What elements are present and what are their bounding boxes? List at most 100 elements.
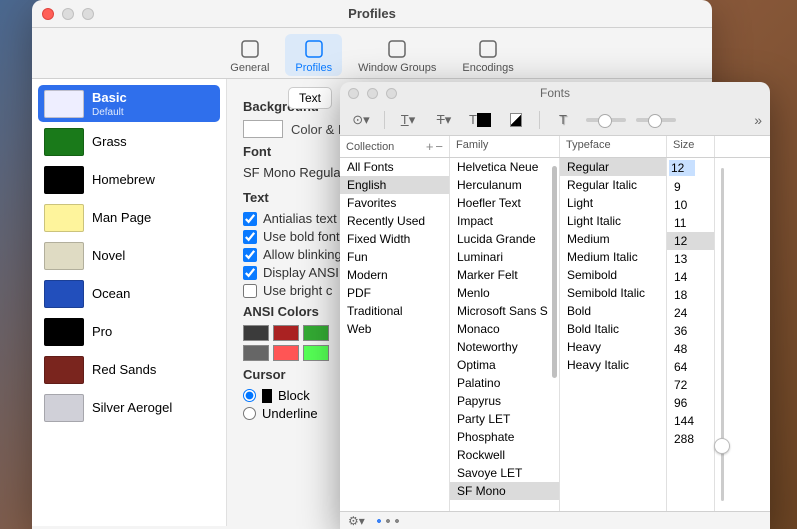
list-item[interactable]: Semibold Italic xyxy=(560,284,666,302)
profile-grass[interactable]: Grass xyxy=(38,124,220,160)
list-item[interactable]: Fun xyxy=(340,248,449,266)
list-item[interactable]: Regular xyxy=(560,158,666,176)
list-item[interactable]: Papyrus xyxy=(450,392,559,410)
minimize-icon[interactable] xyxy=(62,8,74,20)
list-item[interactable]: Noteworthy xyxy=(450,338,559,356)
tab-window-groups[interactable]: Window Groups xyxy=(348,34,446,76)
ansi-swatch[interactable] xyxy=(273,345,299,361)
list-item[interactable]: Regular Italic xyxy=(560,176,666,194)
list-item[interactable]: Monaco xyxy=(450,320,559,338)
list-item[interactable]: Heavy Italic xyxy=(560,356,666,374)
ansi-swatch[interactable] xyxy=(243,345,269,361)
typeface-list[interactable]: RegularRegular ItalicLightLight ItalicMe… xyxy=(560,158,667,511)
ansi-swatch[interactable] xyxy=(303,345,329,361)
tab-profiles[interactable]: Profiles xyxy=(285,34,342,76)
size-slider[interactable] xyxy=(715,158,729,511)
list-item[interactable]: Microsoft Sans S xyxy=(450,302,559,320)
list-item[interactable]: Recently Used xyxy=(340,212,449,230)
list-item[interactable]: Hoefler Text xyxy=(450,194,559,212)
list-item[interactable]: Bold Italic xyxy=(560,320,666,338)
list-item[interactable]: SF Mono xyxy=(450,482,559,500)
shadow-slider-1[interactable] xyxy=(586,118,626,122)
strikethrough-icon[interactable]: T▾ xyxy=(431,109,457,131)
background-color-swatch[interactable] xyxy=(243,120,283,138)
list-item[interactable]: Medium Italic xyxy=(560,248,666,266)
actions-menu-icon[interactable]: ⊙▾ xyxy=(348,109,374,131)
list-item[interactable]: Favorites xyxy=(340,194,449,212)
list-item[interactable]: Lucida Grande xyxy=(450,230,559,248)
profile-novel[interactable]: Novel xyxy=(38,238,220,274)
add-collection-icon[interactable]: + xyxy=(426,139,434,154)
text-color-icon[interactable]: T xyxy=(467,109,493,131)
list-item[interactable]: 9 xyxy=(667,178,714,196)
profile-silver-aerogel[interactable]: Silver Aerogel xyxy=(38,390,220,426)
list-item[interactable]: Medium xyxy=(560,230,666,248)
family-list[interactable]: Helvetica NeueHerculanumHoefler TextImpa… xyxy=(450,158,560,511)
profile-homebrew[interactable]: Homebrew xyxy=(38,162,220,198)
list-item[interactable]: Savoye LET xyxy=(450,464,559,482)
ansi-swatch[interactable] xyxy=(273,325,299,341)
list-item[interactable]: Semibold xyxy=(560,266,666,284)
list-item[interactable]: 11 xyxy=(667,214,714,232)
list-item[interactable]: Bold xyxy=(560,302,666,320)
underline-icon[interactable]: T▾ xyxy=(395,109,421,131)
list-item[interactable]: Impact xyxy=(450,212,559,230)
list-item[interactable]: 96 xyxy=(667,394,714,412)
list-item[interactable]: 72 xyxy=(667,376,714,394)
list-item[interactable]: PDF xyxy=(340,284,449,302)
tab-text[interactable]: Text xyxy=(288,87,332,109)
list-item[interactable]: 12 xyxy=(667,232,714,250)
list-item[interactable]: Rockwell xyxy=(450,446,559,464)
shadow-slider-2[interactable] xyxy=(636,118,676,122)
list-item[interactable]: Marker Felt xyxy=(450,266,559,284)
list-item[interactable]: 144 xyxy=(667,412,714,430)
shadow-icon[interactable]: T xyxy=(550,109,576,131)
ansi-swatch[interactable] xyxy=(303,325,329,341)
list-item[interactable]: Helvetica Neue xyxy=(450,158,559,176)
list-item[interactable]: Herculanum xyxy=(450,176,559,194)
remove-collection-icon[interactable]: − xyxy=(435,139,443,154)
profile-basic[interactable]: BasicDefault xyxy=(38,85,220,122)
list-item[interactable]: Optima xyxy=(450,356,559,374)
ansi-swatch[interactable] xyxy=(243,325,269,341)
list-item[interactable]: 14 xyxy=(667,268,714,286)
profile-ocean[interactable]: Ocean xyxy=(38,276,220,312)
list-item[interactable]: Luminari xyxy=(450,248,559,266)
profiles-sidebar[interactable]: BasicDefaultGrassHomebrewMan PageNovelOc… xyxy=(32,79,227,526)
tab-encodings[interactable]: Encodings xyxy=(452,34,523,76)
list-item[interactable]: Menlo xyxy=(450,284,559,302)
profile-red-sands[interactable]: Red Sands xyxy=(38,352,220,388)
list-item[interactable]: Heavy xyxy=(560,338,666,356)
close-icon[interactable] xyxy=(348,88,359,99)
list-item[interactable]: Traditional xyxy=(340,302,449,320)
list-item[interactable]: 18 xyxy=(667,286,714,304)
list-item[interactable]: 48 xyxy=(667,340,714,358)
list-item[interactable]: Phosphate xyxy=(450,428,559,446)
list-item[interactable]: Light xyxy=(560,194,666,212)
list-item[interactable]: Palatino xyxy=(450,374,559,392)
list-item[interactable]: 288 xyxy=(667,430,714,448)
list-item[interactable]: 24 xyxy=(667,304,714,322)
size-input[interactable] xyxy=(669,160,695,176)
more-icon[interactable]: » xyxy=(754,112,762,128)
list-item[interactable]: Modern xyxy=(340,266,449,284)
list-item[interactable]: 64 xyxy=(667,358,714,376)
gear-icon[interactable]: ⚙▾ xyxy=(348,514,365,528)
list-item[interactable]: Web xyxy=(340,320,449,338)
list-item[interactable]: 36 xyxy=(667,322,714,340)
list-item[interactable]: Fixed Width xyxy=(340,230,449,248)
tab-general[interactable]: General xyxy=(220,34,279,76)
profile-pro[interactable]: Pro xyxy=(38,314,220,350)
list-item[interactable]: All Fonts xyxy=(340,158,449,176)
profile-man-page[interactable]: Man Page xyxy=(38,200,220,236)
zoom-icon[interactable] xyxy=(386,88,397,99)
close-icon[interactable] xyxy=(42,8,54,20)
list-item[interactable]: 10 xyxy=(667,196,714,214)
list-item[interactable]: Party LET xyxy=(450,410,559,428)
list-item[interactable]: Light Italic xyxy=(560,212,666,230)
collection-list[interactable]: All FontsEnglishFavoritesRecently UsedFi… xyxy=(340,158,450,511)
list-item[interactable]: English xyxy=(340,176,449,194)
list-item[interactable]: 13 xyxy=(667,250,714,268)
page-dots-icon[interactable] xyxy=(373,519,403,523)
zoom-icon[interactable] xyxy=(82,8,94,20)
